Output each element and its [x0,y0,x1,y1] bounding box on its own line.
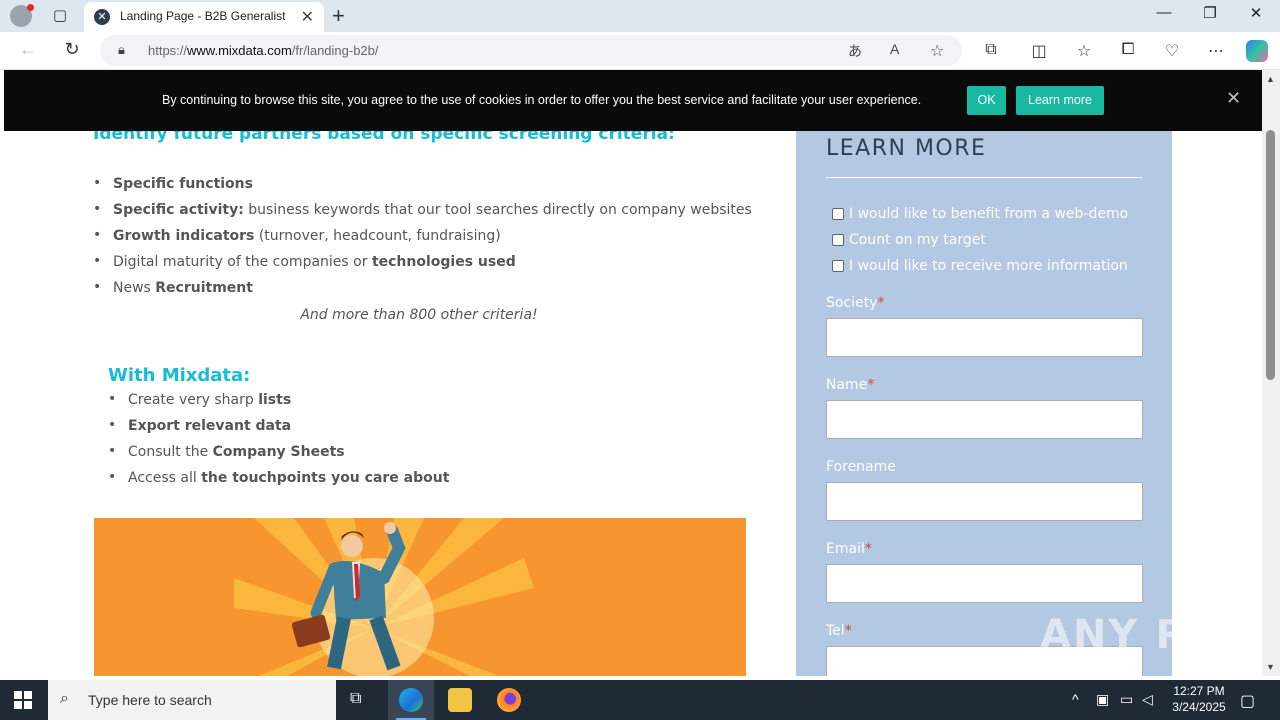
site-favicon-icon: ✕ [94,9,110,25]
clock-time: 12:27 PM [1173,684,1225,698]
refresh-icon[interactable]: ↻ [58,39,86,60]
list-item: Specific functions [93,175,752,202]
cookie-banner: By continuing to browse this site, you a… [4,70,1262,131]
lock-icon[interactable]: 🔒︎ [118,42,125,58]
list-item: Specific activity: business keywords tha… [93,201,752,228]
name-label: Name* [826,377,875,393]
minimize-button[interactable]: — [1144,4,1184,21]
active-tab[interactable]: ✕ Landing Page - B2B Generalist ✕ [84,2,324,32]
windows-taskbar: ⌕ Type here to search ⧉ ^ ▣ ▭ ◁ 12:27 PM… [0,680,1280,720]
restore-button[interactable]: ❐ [1190,4,1230,22]
hero-illustration [94,518,746,676]
url-text[interactable]: https://www.mixdata.com/fr/landing-b2b/ [148,43,379,58]
volume-icon[interactable]: ◁ [1142,691,1153,708]
taskbar-clock[interactable]: 12:27 PM 3/24/2025 [1164,683,1234,715]
window-close-button[interactable]: ✕ [1236,4,1276,22]
list-item: Access all the touchpoints you care abou… [108,469,449,496]
checkbox-box[interactable] [832,260,844,272]
criteria-list: Specific functions Specific activity: bu… [93,175,752,306]
browser-tab-bar: ▢ ✕ Landing Page - B2B Generalist ✕ + — … [0,0,1280,32]
list-item: News Recruitment [93,279,752,306]
list-item: Create very sharp lists [108,391,449,418]
extensions-icon[interactable]: ⧉ [977,41,1005,59]
edge-icon[interactable] [399,688,423,712]
back-arrow-icon[interactable]: ← [14,39,42,60]
learn-more-sidebar: LEARN MORE I would like to benefit from … [796,131,1172,676]
tab-actions-icon[interactable]: ▢ [48,6,72,26]
url-bar[interactable]: 🔒︎ https://www.mixdata.com/fr/landing-b2… [100,35,962,66]
list-item: Growth indicators (turnover, headcount, … [93,227,752,254]
forename-input[interactable] [826,482,1143,521]
tray-chevron-icon[interactable]: ^ [1072,691,1079,707]
notification-icon[interactable]: ▢ [1240,691,1255,711]
translate-icon[interactable]: あ [848,41,862,61]
divider [826,177,1142,178]
collections-icon[interactable]: ⧠ [1114,41,1142,59]
mixdata-list: Create very sharp lists Export relevant … [108,391,449,496]
edge-taskbar-button[interactable] [388,680,434,720]
checkbox-box[interactable] [832,208,844,220]
web-page-content: Identify future partners based on specif… [4,70,1262,676]
search-placeholder[interactable]: Type here to search [88,692,212,708]
checkbox-label[interactable]: I would like to benefit from a web-demo [849,206,1128,222]
mixdata-heading: With Mixdata: [108,365,251,386]
tray-device-icon[interactable]: ▣ [1096,691,1109,708]
search-icon: ⌕ [60,690,69,707]
favorites-icon[interactable]: ☆ [1070,41,1098,61]
cookie-ok-button[interactable]: OK [967,86,1006,115]
cookie-learn-more-button[interactable]: Learn more [1016,86,1104,115]
firefox-icon[interactable] [497,688,521,712]
forename-label: Forename [826,459,896,475]
page-scrollbar[interactable]: ▲ ▼ [1262,70,1280,676]
criteria-note: And more than 800 other criteria! [300,307,538,323]
checkbox-label[interactable]: I would like to receive more information [849,258,1128,274]
society-input[interactable] [826,318,1143,357]
clock-date: 3/24/2025 [1172,700,1226,714]
profile-notification-dot [27,4,34,11]
tab-close-button[interactable]: ✕ [301,7,314,27]
scroll-down-icon[interactable]: ▼ [1266,662,1275,672]
taskbar-search-box[interactable]: ⌕ Type here to search [48,680,336,720]
network-icon[interactable]: ▭ [1120,691,1133,708]
file-explorer-icon[interactable] [448,688,472,712]
browser-essentials-icon[interactable]: ♡ [1158,41,1186,61]
businessman-illustration [234,518,534,676]
favorite-star-icon[interactable]: ☆ [930,41,944,61]
cookie-message: By continuing to browse this site, you a… [162,93,922,107]
anyrun-watermark: ANY RUN [1040,612,1259,658]
list-item: Export relevant data [108,417,449,444]
name-input[interactable] [826,400,1143,439]
email-input[interactable] [826,564,1143,603]
checkbox-label[interactable]: Count on my target [849,232,986,248]
task-view-icon[interactable]: ⧉ [350,690,361,708]
new-tab-button[interactable]: + [332,3,345,29]
tel-label: Tel* [826,623,852,639]
list-item: Consult the Company Sheets [108,443,449,470]
society-label: Society* [826,295,885,311]
learn-more-title: LEARN MORE [826,136,987,161]
email-label: Email* [826,541,872,557]
tab-title: Landing Page - B2B Generalist [120,9,286,23]
more-menu-icon[interactable]: ⋯ [1202,41,1230,61]
split-screen-icon[interactable]: ◫ [1025,41,1053,61]
windows-start-icon[interactable] [14,691,32,709]
read-aloud-icon[interactable]: A [890,41,899,57]
cookie-close-button[interactable]: ✕ [1226,88,1241,109]
list-item: Digital maturity of the companies or tec… [93,253,752,280]
copilot-icon[interactable] [1246,40,1268,62]
scrollbar-thumb[interactable] [1266,130,1275,380]
checkbox-box[interactable] [832,234,844,246]
scroll-up-icon[interactable]: ▲ [1266,74,1275,84]
